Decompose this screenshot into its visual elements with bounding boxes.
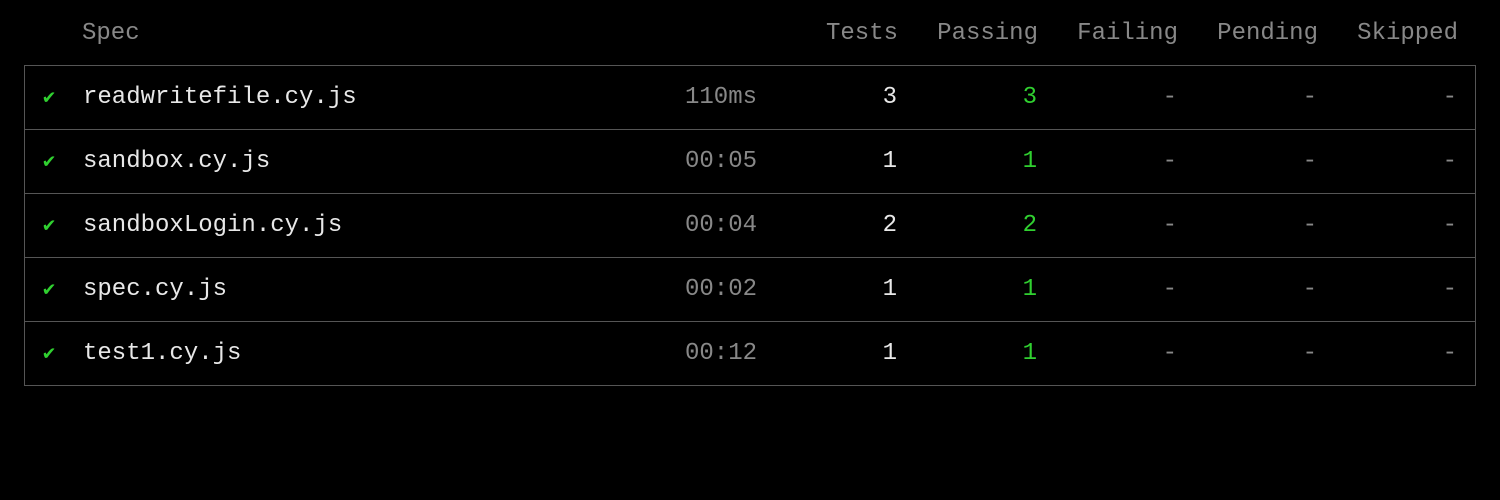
spec-name: sandboxLogin.cy.js — [83, 212, 607, 239]
check-icon: ✔ — [43, 87, 55, 110]
status-cell: ✔ — [43, 276, 83, 303]
table-row: ✔spec.cy.js00:0211--- — [25, 258, 1475, 322]
tests-count: 1 — [757, 340, 897, 367]
spec-name: sandbox.cy.js — [83, 148, 607, 175]
status-cell: ✔ — [43, 340, 83, 367]
header-passing: Passing — [898, 20, 1038, 47]
skipped-count: - — [1317, 212, 1457, 239]
tests-count: 1 — [757, 276, 897, 303]
status-cell: ✔ — [43, 148, 83, 175]
status-cell: ✔ — [43, 84, 83, 111]
tests-count: 1 — [757, 148, 897, 175]
check-icon: ✔ — [43, 151, 55, 174]
header-skipped: Skipped — [1318, 20, 1458, 47]
spec-results-table: ✔readwritefile.cy.js110ms33---✔sandbox.c… — [24, 65, 1476, 386]
table-row: ✔readwritefile.cy.js110ms33--- — [25, 66, 1475, 130]
duration: 00:05 — [607, 148, 757, 175]
header-pending: Pending — [1178, 20, 1318, 47]
check-icon: ✔ — [43, 215, 55, 238]
passing-count: 1 — [897, 148, 1037, 175]
skipped-count: - — [1317, 276, 1457, 303]
check-icon: ✔ — [43, 279, 55, 302]
header-spec: Spec — [82, 20, 608, 47]
duration: 00:12 — [607, 340, 757, 367]
passing-count: 1 — [897, 276, 1037, 303]
duration: 110ms — [607, 84, 757, 111]
passing-count: 1 — [897, 340, 1037, 367]
failing-count: - — [1037, 84, 1177, 111]
status-cell: ✔ — [43, 212, 83, 239]
pending-count: - — [1177, 148, 1317, 175]
table-row: ✔sandboxLogin.cy.js00:0422--- — [25, 194, 1475, 258]
failing-count: - — [1037, 212, 1177, 239]
duration: 00:04 — [607, 212, 757, 239]
check-icon: ✔ — [43, 343, 55, 366]
duration: 00:02 — [607, 276, 757, 303]
failing-count: - — [1037, 340, 1177, 367]
passing-count: 2 — [897, 212, 1037, 239]
pending-count: - — [1177, 276, 1317, 303]
header-tests: Tests — [758, 20, 898, 47]
skipped-count: - — [1317, 148, 1457, 175]
pending-count: - — [1177, 212, 1317, 239]
spec-name: test1.cy.js — [83, 340, 607, 367]
header-failing: Failing — [1038, 20, 1178, 47]
table-row: ✔test1.cy.js00:1211--- — [25, 322, 1475, 385]
failing-count: - — [1037, 148, 1177, 175]
passing-count: 3 — [897, 84, 1037, 111]
table-header-row: Spec Tests Passing Failing Pending Skipp… — [24, 0, 1476, 65]
table-row: ✔sandbox.cy.js00:0511--- — [25, 130, 1475, 194]
skipped-count: - — [1317, 340, 1457, 367]
skipped-count: - — [1317, 84, 1457, 111]
spec-name: spec.cy.js — [83, 276, 607, 303]
failing-count: - — [1037, 276, 1177, 303]
tests-count: 3 — [757, 84, 897, 111]
pending-count: - — [1177, 84, 1317, 111]
tests-count: 2 — [757, 212, 897, 239]
pending-count: - — [1177, 340, 1317, 367]
spec-name: readwritefile.cy.js — [83, 84, 607, 111]
